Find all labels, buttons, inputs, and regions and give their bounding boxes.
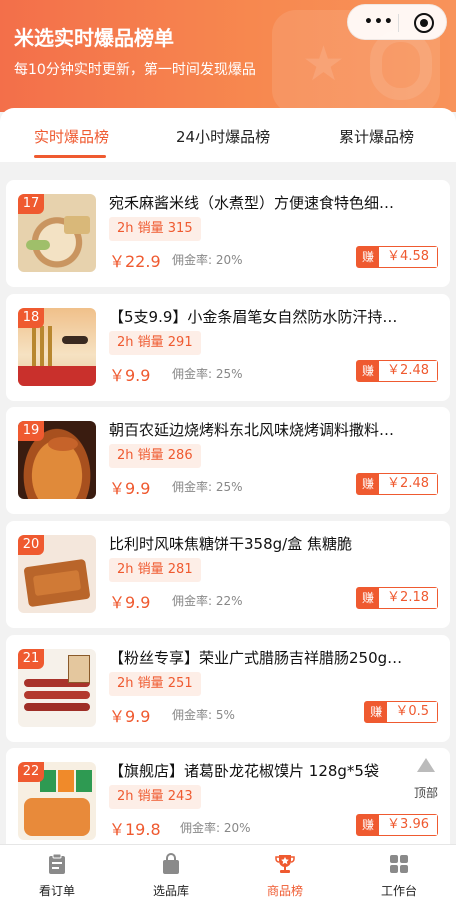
nav-ranking[interactable]: 商品榜	[228, 845, 342, 902]
product-name[interactable]: 【粉丝专享】荣业广式腊肠吉祥腊肠250g…	[109, 647, 439, 668]
sales-badge: 2h 销量 291	[109, 331, 201, 355]
product-image[interactable]: 17	[18, 194, 96, 272]
earn-label: 赚	[357, 815, 380, 835]
rank-badge: 20	[18, 535, 44, 555]
product-price: ￥9.9	[109, 479, 151, 498]
product-price: ￥9.9	[109, 366, 151, 385]
commission-rate: 佣金率: 20%	[172, 253, 243, 267]
product-name[interactable]: 宛禾麻酱米线（水煮型）方便速食特色细…	[109, 192, 439, 213]
nav-product-library[interactable]: 选品库	[114, 845, 228, 902]
earn-value: ￥4.58	[379, 247, 437, 267]
bottom-nav: 看订单 选品库 商品榜 工作台	[0, 844, 456, 902]
earn-value: ￥2.48	[379, 361, 437, 381]
product-image[interactable]: 21	[18, 649, 96, 727]
earn-label: 赚	[365, 702, 388, 722]
commission-rate: 佣金率: 5%	[172, 708, 235, 722]
capsule-divider	[398, 14, 399, 32]
earn-button[interactable]: 赚 ￥0.5	[364, 701, 438, 723]
star-icon: ★	[302, 36, 346, 92]
product-name[interactable]: 【旗舰店】诸葛卧龙花椒馍片 128g*5袋	[109, 760, 439, 781]
more-dots-icon[interactable]: •••	[364, 14, 394, 30]
target-icon[interactable]	[414, 13, 434, 33]
earn-value: ￥3.96	[379, 815, 437, 835]
product-name[interactable]: 朝百农延边烧烤料东北风味烧烤调料撒料…	[109, 419, 439, 440]
product-price: ￥9.9	[109, 707, 151, 726]
earn-label: 赚	[357, 588, 380, 608]
rank-badge: 21	[18, 649, 44, 669]
product-image[interactable]: 20	[18, 535, 96, 613]
earn-label: 赚	[357, 247, 380, 267]
header-decoration-arc	[370, 30, 432, 100]
nav-orders[interactable]: 看订单	[0, 845, 114, 902]
product-image[interactable]: 22	[18, 762, 96, 840]
sales-badge: 2h 销量 281	[109, 558, 201, 582]
product-name[interactable]: 比利时风味焦糖饼干358g/盒 焦糖脆	[109, 533, 439, 554]
nav-label: 工作台	[380, 884, 417, 898]
arrow-up-icon	[417, 758, 435, 772]
grid-icon	[390, 855, 408, 873]
sales-badge: 2h 销量 243	[109, 785, 201, 809]
commission-rate: 佣金率: 25%	[172, 367, 243, 381]
rank-badge: 18	[18, 308, 44, 328]
tab-24h[interactable]: 24小时爆品榜	[176, 126, 270, 147]
active-tab-indicator	[34, 155, 106, 158]
ranking-tabs: 实时爆品榜 24小时爆品榜 累计爆品榜	[0, 108, 456, 162]
back-to-top-button[interactable]: 顶部	[402, 748, 450, 808]
product-price: ￥9.9	[109, 593, 151, 612]
commission-rate: 佣金率: 25%	[172, 480, 243, 494]
page-subtitle: 每10分钟实时更新，第一时间发现爆品	[14, 62, 256, 78]
page-title: 米选实时爆品榜单	[14, 26, 174, 50]
product-card[interactable]: 18 【5支9.9】小金条眉笔女自然防水防汗持… 2h 销量 291 ￥9.9 …	[6, 294, 450, 401]
product-card[interactable]: 17 宛禾麻酱米线（水煮型）方便速食特色细… 2h 销量 315 ￥22.9 佣…	[6, 180, 450, 287]
sales-badge: 2h 销量 315	[109, 217, 201, 241]
back-to-top-label: 顶部	[413, 786, 438, 800]
earn-value: ￥2.18	[379, 588, 437, 608]
tab-cumulative[interactable]: 累计爆品榜	[339, 126, 414, 147]
nav-label: 选品库	[152, 884, 189, 898]
nav-label: 看订单	[38, 884, 75, 898]
product-price: ￥22.9	[109, 252, 161, 271]
product-card[interactable]: 19 朝百农延边烧烤料东北风味烧烤调料撒料… 2h 销量 286 ￥9.9 佣金…	[6, 407, 450, 514]
earn-value: ￥2.48	[379, 474, 437, 494]
mini-program-capsule: •••	[347, 4, 447, 40]
rank-badge: 19	[18, 421, 44, 441]
product-image[interactable]: 18	[18, 308, 96, 386]
clipboard-icon	[49, 853, 65, 874]
product-card[interactable]: 22 【旗舰店】诸葛卧龙花椒馍片 128g*5袋 2h 销量 243 ￥19.8…	[6, 748, 450, 855]
commission-rate: 佣金率: 20%	[180, 821, 251, 835]
earn-value: ￥0.5	[387, 702, 437, 722]
product-card[interactable]: 21 【粉丝专享】荣业广式腊肠吉祥腊肠250g… 2h 销量 251 ￥9.9 …	[6, 635, 450, 742]
product-image[interactable]: 19	[18, 421, 96, 499]
rank-badge: 22	[18, 762, 44, 782]
earn-label: 赚	[357, 474, 380, 494]
commission-rate: 佣金率: 22%	[172, 594, 243, 608]
sales-badge: 2h 销量 286	[109, 444, 201, 468]
product-card[interactable]: 20 比利时风味焦糖饼干358g/盒 焦糖脆 2h 销量 281 ￥9.9 佣金…	[6, 521, 450, 628]
sales-badge: 2h 销量 251	[109, 672, 201, 696]
product-price: ￥19.8	[109, 820, 161, 839]
earn-button[interactable]: 赚 ￥2.18	[356, 587, 438, 609]
earn-button[interactable]: 赚 ￥4.58	[356, 246, 438, 268]
earn-button[interactable]: 赚 ￥2.48	[356, 360, 438, 382]
product-name[interactable]: 【5支9.9】小金条眉笔女自然防水防汗持…	[109, 306, 439, 327]
earn-button[interactable]: 赚 ￥2.48	[356, 473, 438, 495]
page-header: ★ 米选实时爆品榜单 每10分钟实时更新，第一时间发现爆品 •••	[0, 0, 456, 112]
shopping-bag-icon	[163, 853, 179, 874]
trophy-icon	[275, 855, 295, 873]
nav-workbench[interactable]: 工作台	[342, 845, 456, 902]
nav-label: 商品榜	[266, 884, 303, 898]
rank-badge: 17	[18, 194, 44, 214]
earn-button[interactable]: 赚 ￥3.96	[356, 814, 438, 836]
tab-realtime[interactable]: 实时爆品榜	[34, 126, 109, 147]
earn-label: 赚	[357, 361, 380, 381]
